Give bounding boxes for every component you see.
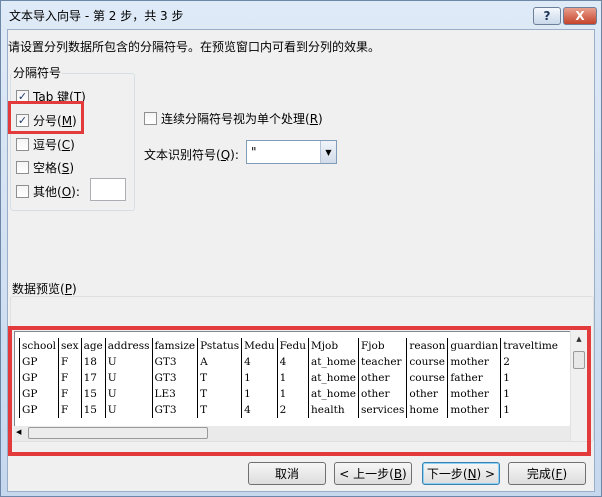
text-import-wizard-window: 文本导入向导 - 第 2 步，共 3 步 ? X 请设置分列数据所包含的分隔符号… — [0, 0, 602, 497]
other-checkbox[interactable]: 其他(O): — [16, 183, 80, 200]
title-bar[interactable]: 文本导入向导 - 第 2 步，共 3 步 ? X — [1, 1, 601, 29]
preview-label: 数据预览(P) — [12, 282, 77, 296]
dialog-body: 请设置分列数据所包含的分隔符号。在预览窗口内可看到分列的效果。 分隔符号 ✓ T… — [7, 29, 595, 492]
delimiter-group-label: 分隔符号 — [12, 64, 63, 81]
space-checkbox[interactable]: 空格(S) — [16, 159, 74, 176]
comma-checkbox[interactable]: 逗号(C) — [16, 136, 75, 153]
text-qualifier-value: " — [251, 145, 257, 159]
other-delimiter-input[interactable] — [90, 178, 126, 201]
help-button[interactable]: ? — [533, 7, 561, 25]
preview-highlight-annotation — [8, 326, 591, 456]
comma-checkbox-label: 逗号(C) — [33, 138, 75, 152]
window-title: 文本导入向导 - 第 2 步，共 3 步 — [9, 9, 184, 23]
chevron-down-icon[interactable]: ▼ — [320, 141, 336, 163]
cancel-button[interactable]: 取消 — [248, 462, 326, 485]
close-button[interactable]: X — [563, 7, 597, 25]
consecutive-checkbox-label: 连续分隔符号视为单个处理(R) — [161, 112, 323, 126]
other-checkbox-label: 其他(O): — [33, 185, 80, 199]
text-qualifier-select[interactable]: " ▼ — [246, 140, 337, 164]
space-checkbox-label: 空格(S) — [33, 161, 74, 175]
text-qualifier-label: 文本识别符号(Q): — [144, 148, 239, 162]
semicolon-highlight-annotation — [8, 101, 84, 134]
finish-button[interactable]: 完成(F) — [508, 462, 586, 485]
instruction-text: 请设置分列数据所包含的分隔符号。在预览窗口内可看到分列的效果。 — [8, 40, 381, 54]
next-button[interactable]: 下一步(N) > — [422, 462, 500, 485]
comma-checkbox-box[interactable] — [16, 138, 29, 151]
back-button[interactable]: < 上一步(B) — [334, 462, 412, 485]
space-checkbox-box[interactable] — [16, 161, 29, 174]
other-checkbox-box[interactable] — [16, 185, 29, 198]
consecutive-checkbox-box[interactable] — [144, 112, 157, 125]
consecutive-delimiters-checkbox[interactable]: 连续分隔符号视为单个处理(R) — [144, 110, 323, 127]
